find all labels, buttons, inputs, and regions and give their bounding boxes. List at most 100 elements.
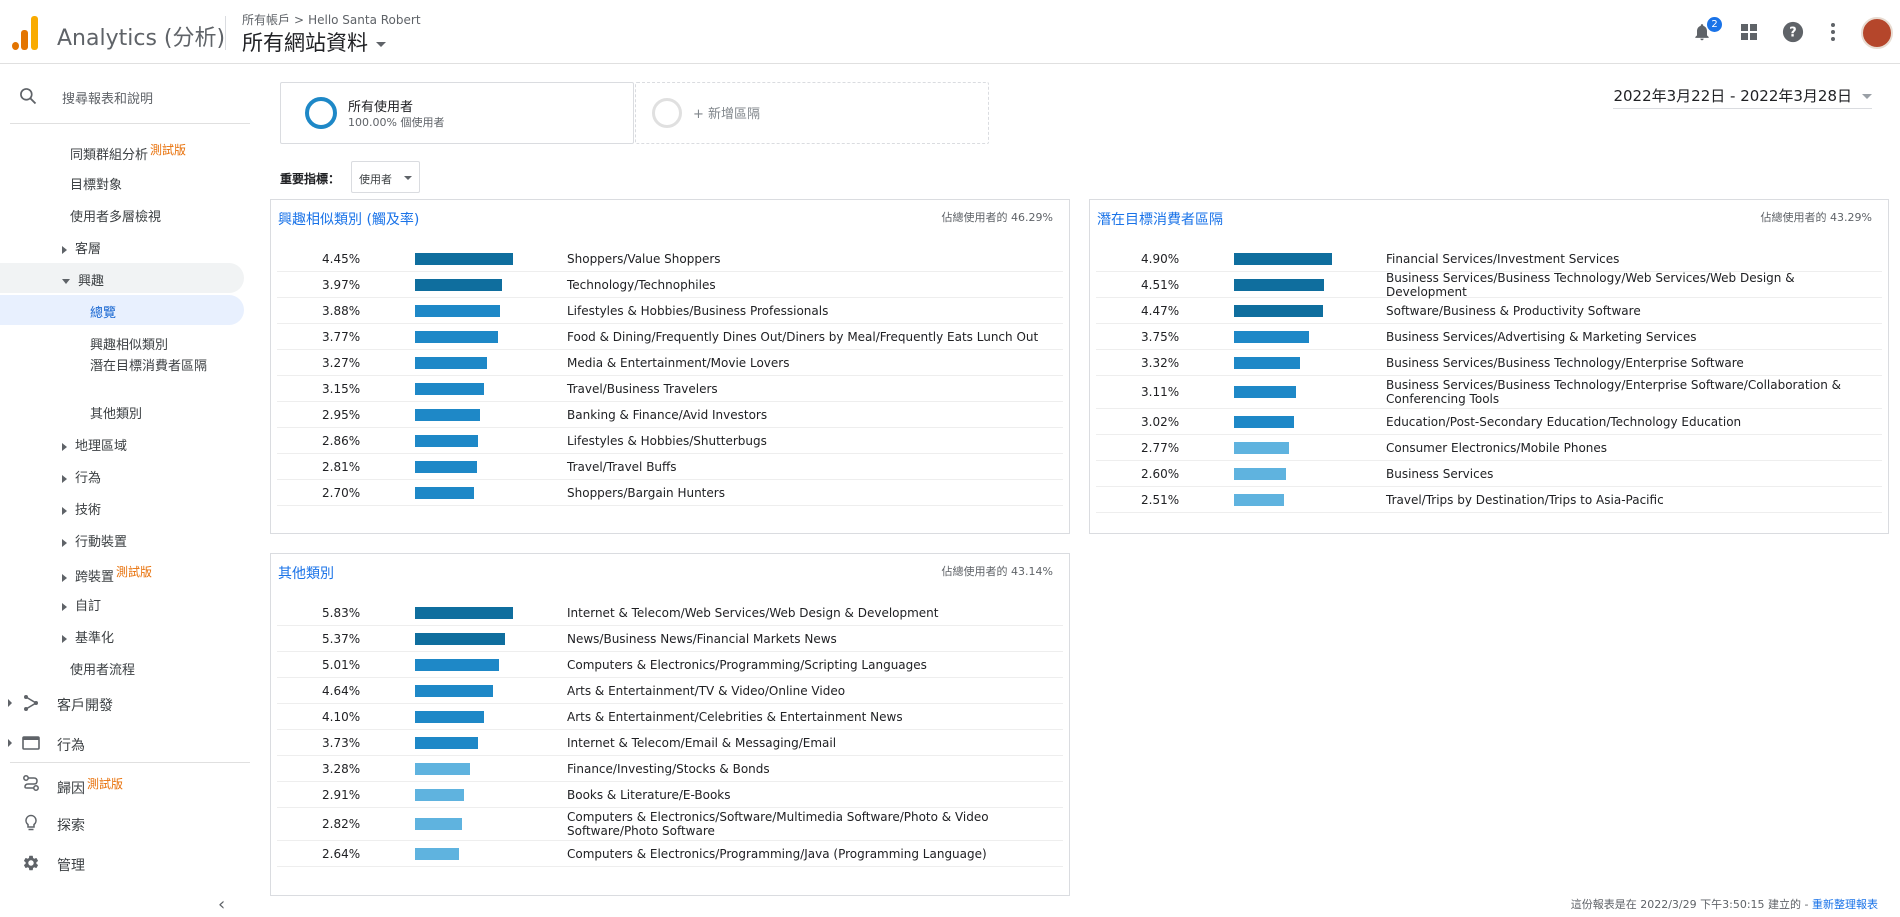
row-category[interactable]: Travel/Trips by Destination/Trips to Asi… bbox=[1386, 493, 1874, 507]
row-category[interactable]: Business Services/Business Technology/En… bbox=[1386, 378, 1874, 406]
panel-title[interactable]: 興趣相似類別 (觸及率) bbox=[278, 209, 419, 229]
apps-grid-icon[interactable] bbox=[1737, 20, 1761, 44]
row-category[interactable]: Business Services/Business Technology/En… bbox=[1386, 356, 1874, 370]
collapse-sidebar-icon[interactable]: ‹ bbox=[218, 894, 225, 915]
sidebar-item-geo[interactable]: 地理區域 bbox=[62, 435, 127, 454]
attribution-icon bbox=[22, 774, 40, 792]
breadcrumb[interactable]: 所有帳戶 > Hello Santa Robert bbox=[242, 11, 421, 28]
add-segment-button[interactable]: + 新增區隔 bbox=[635, 82, 989, 144]
row-category[interactable]: Computers & Electronics/Programming/Java… bbox=[567, 847, 1055, 861]
panel-share: 佔總使用者的 43.14% bbox=[941, 565, 1053, 578]
breadcrumb-property[interactable]: Hello Santa Robert bbox=[308, 13, 420, 27]
row-category[interactable]: Internet & Telecom/Web Services/Web Desi… bbox=[567, 606, 1055, 620]
row-category[interactable]: Banking & Finance/Avid Investors bbox=[567, 408, 1055, 422]
row-category[interactable]: Internet & Telecom/Email & Messaging/Ema… bbox=[567, 736, 1055, 750]
row-category[interactable]: Software/Business & Productivity Softwar… bbox=[1386, 304, 1874, 318]
row-category[interactable]: Shoppers/Bargain Hunters bbox=[567, 486, 1055, 500]
row-category[interactable]: Technology/Technophiles bbox=[567, 278, 1055, 292]
avatar[interactable] bbox=[1861, 17, 1893, 49]
row-category[interactable]: Arts & Entertainment/TV & Video/Online V… bbox=[567, 684, 1055, 698]
row-bar bbox=[415, 486, 474, 499]
sidebar-item-overview[interactable]: 總覽 bbox=[90, 302, 116, 321]
sidebar-item-demographics[interactable]: 客層 bbox=[62, 238, 101, 257]
sidebar-item-attribution[interactable]: 歸因 測試版 bbox=[0, 768, 250, 798]
row-category[interactable]: Business Services/Business Technology/We… bbox=[1386, 271, 1874, 299]
sidebar-item-discover[interactable]: 探索 bbox=[0, 808, 250, 838]
segment-title: 所有使用者 bbox=[348, 100, 414, 115]
table-row: 3.97% Technology/Technophiles bbox=[277, 272, 1063, 298]
sidebar-item-behavior[interactable]: 行為 bbox=[0, 728, 250, 758]
row-category[interactable]: News/Business News/Financial Markets New… bbox=[567, 632, 1055, 646]
row-percent: 4.64% bbox=[322, 683, 361, 698]
row-category[interactable]: Shoppers/Value Shoppers bbox=[567, 252, 1055, 266]
more-vert-icon[interactable] bbox=[1821, 20, 1845, 44]
sidebar-item-user-explorer[interactable]: 使用者多層檢視 bbox=[70, 206, 161, 225]
chevron-right-icon bbox=[8, 739, 12, 747]
sidebar-item-behavior-sub[interactable]: 行為 bbox=[62, 467, 101, 486]
row-percent: 5.01% bbox=[322, 657, 361, 672]
sidebar-item-acquisition[interactable]: 客戶開發 bbox=[0, 688, 250, 718]
table-row: 4.10% Arts & Entertainment/Celebrities & … bbox=[277, 704, 1063, 730]
row-bar bbox=[415, 330, 498, 343]
row-category[interactable]: Finance/Investing/Stocks & Bonds bbox=[567, 762, 1055, 776]
row-category[interactable]: Travel/Travel Buffs bbox=[567, 460, 1055, 474]
row-category[interactable]: Business Services bbox=[1386, 467, 1874, 481]
refresh-report-link[interactable]: 重新整理報表 bbox=[1812, 898, 1878, 911]
sidebar-item-mobile[interactable]: 行動裝置 bbox=[62, 531, 127, 550]
key-metric-select[interactable]: 使用者 bbox=[351, 161, 420, 193]
row-bar bbox=[415, 684, 493, 697]
sidebar-item-users-flow[interactable]: 使用者流程 bbox=[70, 659, 135, 678]
search-reports[interactable]: 搜尋報表和說明 bbox=[0, 82, 250, 110]
sidebar-item-inmarket[interactable]: 潛在目標消費者區隔 bbox=[90, 358, 220, 376]
row-category[interactable]: Travel/Business Travelers bbox=[567, 382, 1055, 396]
panel-title[interactable]: 其他類別 bbox=[278, 563, 334, 583]
row-percent: 2.70% bbox=[322, 485, 361, 500]
sidebar-item-cohort[interactable]: 同類群組分析 測試版 bbox=[70, 141, 186, 163]
sidebar-item-interests[interactable]: 興趣 bbox=[62, 270, 104, 289]
sidebar-divider bbox=[10, 762, 250, 763]
breadcrumb-account[interactable]: 所有帳戶 bbox=[242, 13, 290, 27]
table-row: 2.81% Travel/Travel Buffs bbox=[277, 454, 1063, 480]
search-icon bbox=[18, 86, 38, 110]
row-category[interactable]: Computers & Electronics/Programming/Scri… bbox=[567, 658, 1055, 672]
top-bar: Analytics (分析) 所有帳戶 > Hello Santa Robert 所… bbox=[0, 0, 1900, 64]
sidebar-item-benchmarking[interactable]: 基準化 bbox=[62, 627, 114, 646]
chevron-down-icon bbox=[62, 279, 70, 284]
panel-title[interactable]: 潛在目標消費者區隔 bbox=[1097, 209, 1223, 229]
property-selector[interactable]: 所有網站資料 bbox=[242, 27, 386, 57]
sidebar-item-technology[interactable]: 技術 bbox=[62, 499, 101, 518]
row-category[interactable]: Business Services/Advertising & Marketin… bbox=[1386, 330, 1874, 344]
sidebar-item-admin[interactable]: 管理 bbox=[0, 848, 250, 878]
attribution-label: 歸因 bbox=[57, 781, 85, 797]
row-category[interactable]: Financial Services/Investment Services bbox=[1386, 252, 1874, 266]
row-category[interactable]: Arts & Entertainment/Celebrities & Enter… bbox=[567, 710, 1055, 724]
sidebar-item-cross-device[interactable]: 跨裝置 測試版 bbox=[62, 563, 152, 585]
row-bar bbox=[1234, 386, 1296, 398]
row-category[interactable]: Lifestyles & Hobbies/Business Profession… bbox=[567, 304, 1055, 318]
table-row: 4.64% Arts & Entertainment/TV & Video/Onl… bbox=[277, 678, 1063, 704]
date-range-picker[interactable]: 2022年3月22日 - 2022年3月28日 bbox=[1613, 85, 1872, 109]
chevron-right-icon bbox=[62, 573, 67, 582]
row-bar bbox=[415, 632, 505, 645]
panel-inmarket: 潛在目標消費者區隔 佔總使用者的 43.29% 4.90% Financial S… bbox=[1089, 199, 1889, 534]
segment-all-users[interactable]: 所有使用者 100.00% 個使用者 bbox=[280, 82, 634, 144]
sidebar-item-affinity[interactable]: 興趣相似類別 bbox=[90, 334, 168, 353]
row-bar bbox=[415, 710, 484, 723]
sidebar-item-custom[interactable]: 自訂 bbox=[62, 595, 101, 614]
analytics-logo[interactable] bbox=[10, 14, 40, 50]
row-percent: 3.77% bbox=[322, 329, 361, 344]
table-row: 5.37% News/Business News/Financial Market… bbox=[277, 626, 1063, 652]
row-category[interactable]: Media & Entertainment/Movie Lovers bbox=[567, 356, 1055, 370]
sidebar-item-other[interactable]: 其他類別 bbox=[90, 403, 142, 422]
row-category[interactable]: Food & Dining/Frequently Dines Out/Diner… bbox=[567, 330, 1055, 344]
sidebar-item-audiences[interactable]: 目標對象 bbox=[70, 174, 122, 193]
row-category[interactable]: Books & Literature/E-Books bbox=[567, 788, 1055, 802]
row-percent: 2.64% bbox=[322, 846, 361, 861]
row-category[interactable]: Computers & Electronics/Software/Multime… bbox=[567, 810, 1055, 838]
property-name: 所有網站資料 bbox=[242, 31, 368, 55]
row-category[interactable]: Lifestyles & Hobbies/Shutterbugs bbox=[567, 434, 1055, 448]
row-bar bbox=[415, 408, 480, 421]
help-icon[interactable]: ? bbox=[1781, 20, 1805, 44]
row-category[interactable]: Education/Post-Secondary Education/Techn… bbox=[1386, 415, 1874, 429]
row-category[interactable]: Consumer Electronics/Mobile Phones bbox=[1386, 441, 1874, 455]
